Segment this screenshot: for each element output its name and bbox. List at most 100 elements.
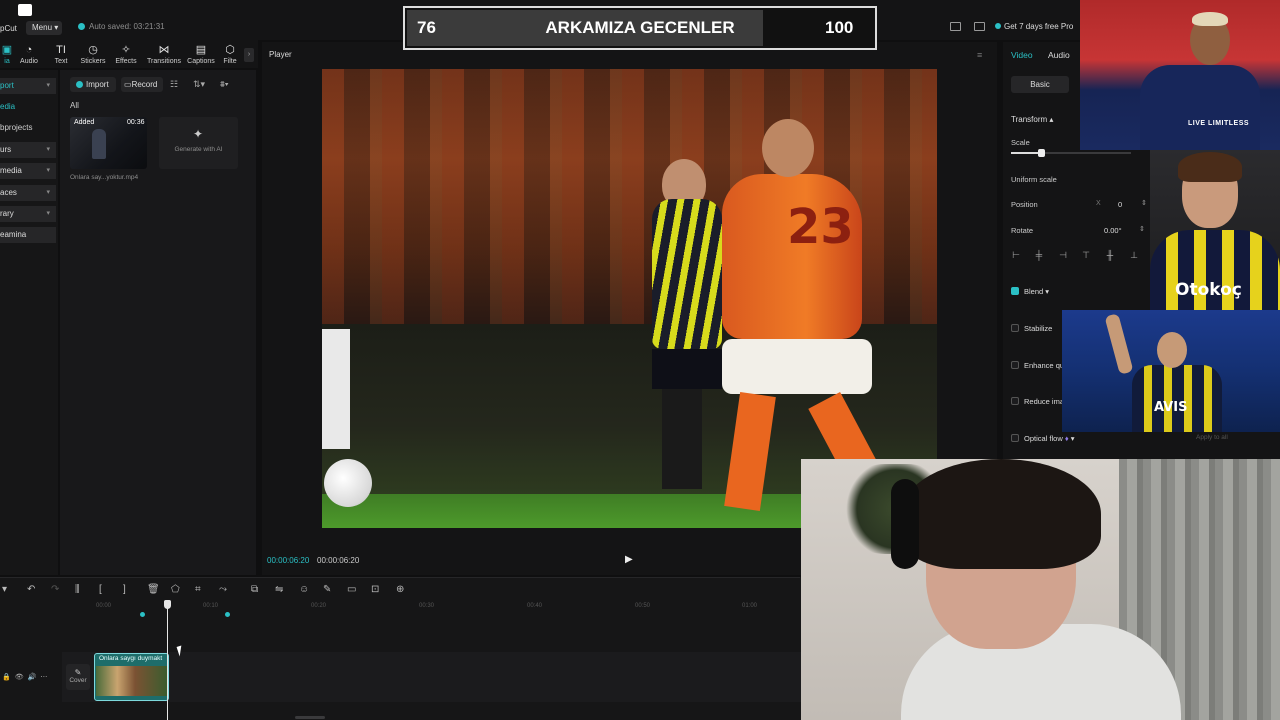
headphones xyxy=(891,479,919,569)
timeline-marker[interactable] xyxy=(140,612,145,617)
layout-icon[interactable] xyxy=(950,22,961,31)
blend-label: Blend ▾ xyxy=(1024,287,1050,296)
sidebar-item-yours[interactable]: urs ▾ xyxy=(0,142,56,158)
scoreboard-overlay: 76 ARKAMIZA GECENLER 100 xyxy=(403,6,877,50)
time-tick: 00:20 xyxy=(311,603,327,609)
sidebar-item-media[interactable]: edia xyxy=(0,99,56,115)
rotate-input[interactable]: 0.00° xyxy=(1104,226,1122,235)
pro-trial-button[interactable]: Get 7 days free Pro xyxy=(995,22,1073,31)
auto-reframe-icon[interactable]: ⊕ xyxy=(396,584,404,595)
cover-button[interactable]: ✎ Cover xyxy=(66,664,90,690)
edit-icon: ✎ xyxy=(74,668,82,677)
stabilize-checkbox[interactable] xyxy=(1011,324,1019,332)
track-controls[interactable]: 🔒👁🔊⋯ xyxy=(2,673,51,681)
tab-audio[interactable]: Audio xyxy=(1048,50,1070,60)
speed-icon[interactable]: ⤳ xyxy=(219,584,227,595)
generate-with-ai-card[interactable]: ✦ xyxy=(159,117,238,169)
undo-icon[interactable]: ↶ xyxy=(27,584,35,595)
chevron-down-icon: ▾ xyxy=(46,146,50,153)
text-icon: TI xyxy=(56,44,66,56)
playhead[interactable] xyxy=(167,604,168,720)
transform-section[interactable]: Transform ▴ xyxy=(1011,115,1053,124)
timeline-clip[interactable]: Onlara saygı duymakt xyxy=(94,653,169,701)
magic-icon[interactable]: ✎ xyxy=(323,584,331,595)
playhead-handle[interactable] xyxy=(164,600,171,609)
autosave-status: Auto saved: 03:21:31 xyxy=(78,22,165,31)
redo-icon[interactable]: ↷ xyxy=(51,584,59,595)
replace-icon[interactable]: ⧉ xyxy=(251,584,258,595)
reduce-noise-checkbox[interactable] xyxy=(1011,397,1019,405)
timeline-scrollbar[interactable] xyxy=(295,716,325,719)
record-button[interactable]: ▭Record xyxy=(121,77,163,92)
cloud-icon xyxy=(78,23,85,30)
chevron-down-icon: ▾ xyxy=(46,189,50,196)
tool-text[interactable]: TI Text xyxy=(46,44,76,65)
photo-hair xyxy=(1192,12,1228,26)
align-left-icon[interactable]: ⊢ xyxy=(1011,250,1021,260)
toolbar-expand-button[interactable]: › xyxy=(244,48,254,62)
record-icon: ▭ xyxy=(124,80,132,89)
sidebar-item-import[interactable]: port ▾ xyxy=(0,78,56,94)
sidebar-item-stock-media[interactable]: media ▾ xyxy=(0,163,56,179)
grid-view-icon[interactable]: ☷ xyxy=(170,79,178,90)
keyboard-icon[interactable] xyxy=(974,22,985,31)
optical-flow-checkbox[interactable] xyxy=(1011,434,1019,442)
tool-filters[interactable]: ⬡ Filte xyxy=(218,44,242,65)
menu-button[interactable]: Menu ▾ xyxy=(26,21,62,35)
tool-stickers[interactable]: ◷ Stickers xyxy=(78,44,108,65)
split-right-icon[interactable]: ] xyxy=(123,584,126,595)
scale-slider-handle[interactable] xyxy=(1038,149,1045,157)
sidebar-item-library[interactable]: rary ▾ xyxy=(0,206,56,222)
clip-thumbnail xyxy=(96,666,167,696)
caption-icon[interactable]: ▭ xyxy=(347,584,356,595)
photo-hair xyxy=(1178,152,1242,182)
player-menu-icon[interactable]: ≡ xyxy=(977,50,982,60)
sidebar-item-subprojects[interactable]: bprojects xyxy=(0,120,56,136)
align-right-icon[interactable]: ⊣ xyxy=(1058,250,1068,260)
stepper-icon[interactable]: ⇕ xyxy=(1139,225,1145,233)
split-icon[interactable]: ⫼ xyxy=(75,584,80,595)
basic-subtab[interactable]: Basic xyxy=(1011,76,1069,93)
stabilize-label: Stabilize xyxy=(1024,324,1053,333)
blend-checkbox[interactable] xyxy=(1011,287,1019,295)
uniform-scale-label: Uniform scale xyxy=(1011,175,1057,184)
align-center-icon[interactable]: ╪ xyxy=(1034,250,1044,260)
import-button[interactable]: Import xyxy=(70,77,116,92)
photo-jersey xyxy=(1140,65,1260,150)
align-top-icon[interactable]: ⊤ xyxy=(1081,250,1091,260)
tool-captions[interactable]: ▤ Captions xyxy=(186,44,216,65)
align-bottom-icon[interactable]: ⊥ xyxy=(1129,250,1139,260)
stepper-icon[interactable]: ⇕ xyxy=(1141,199,1147,207)
sidebar-item-spaces[interactable]: aces ▾ xyxy=(0,185,56,201)
timeline-marker[interactable] xyxy=(225,612,230,617)
select-dropdown-icon[interactable]: ▾ xyxy=(2,584,7,595)
apply-to-all-button[interactable]: Apply to all xyxy=(1196,434,1228,441)
tool-audio[interactable]: ◔ Audio xyxy=(14,44,44,65)
split-left-icon[interactable]: [ xyxy=(99,584,102,595)
scoreboard-title: ARKAMIZA GECENLER xyxy=(545,18,735,37)
time-tick: 00:50 xyxy=(635,603,651,609)
sort-icon[interactable]: ⇅▾ xyxy=(193,79,205,90)
photo-sponsor-text: LIVE LIMITLESS xyxy=(1188,120,1250,127)
overlay-photo-player-3: AVIS xyxy=(1062,310,1280,432)
delete-icon[interactable]: 🗑 xyxy=(147,584,160,595)
tab-video[interactable]: Video xyxy=(1011,50,1033,60)
marker-icon[interactable]: ⬠ xyxy=(171,584,180,595)
play-icon[interactable]: ▶ xyxy=(625,554,633,565)
position-x-input[interactable]: 0 xyxy=(1118,200,1122,209)
sidebar-item-dreamina[interactable]: eamina xyxy=(0,227,56,243)
align-middle-icon[interactable]: ╫ xyxy=(1105,250,1115,260)
clip-label: Onlara saygı duymakt xyxy=(99,655,163,662)
export-frame-icon[interactable]: ⊡ xyxy=(371,584,379,595)
crop-icon[interactable]: ⌗ xyxy=(195,584,201,595)
media-duration: 00:36 xyxy=(127,119,145,126)
filter-icon[interactable]: ⩩▾ xyxy=(220,79,229,90)
enhance-quality-checkbox[interactable] xyxy=(1011,361,1019,369)
import-icon xyxy=(76,81,83,88)
remove-bg-icon[interactable]: ☺ xyxy=(299,584,309,595)
jersey-number: 23 xyxy=(787,199,854,255)
tool-effects[interactable]: ✧ Effects xyxy=(111,44,141,65)
autosave-text: Auto saved: 03:21:31 xyxy=(89,22,165,31)
tool-transitions[interactable]: ⋈ Transitions xyxy=(147,44,181,65)
mirror-icon[interactable]: ⇋ xyxy=(275,584,283,595)
